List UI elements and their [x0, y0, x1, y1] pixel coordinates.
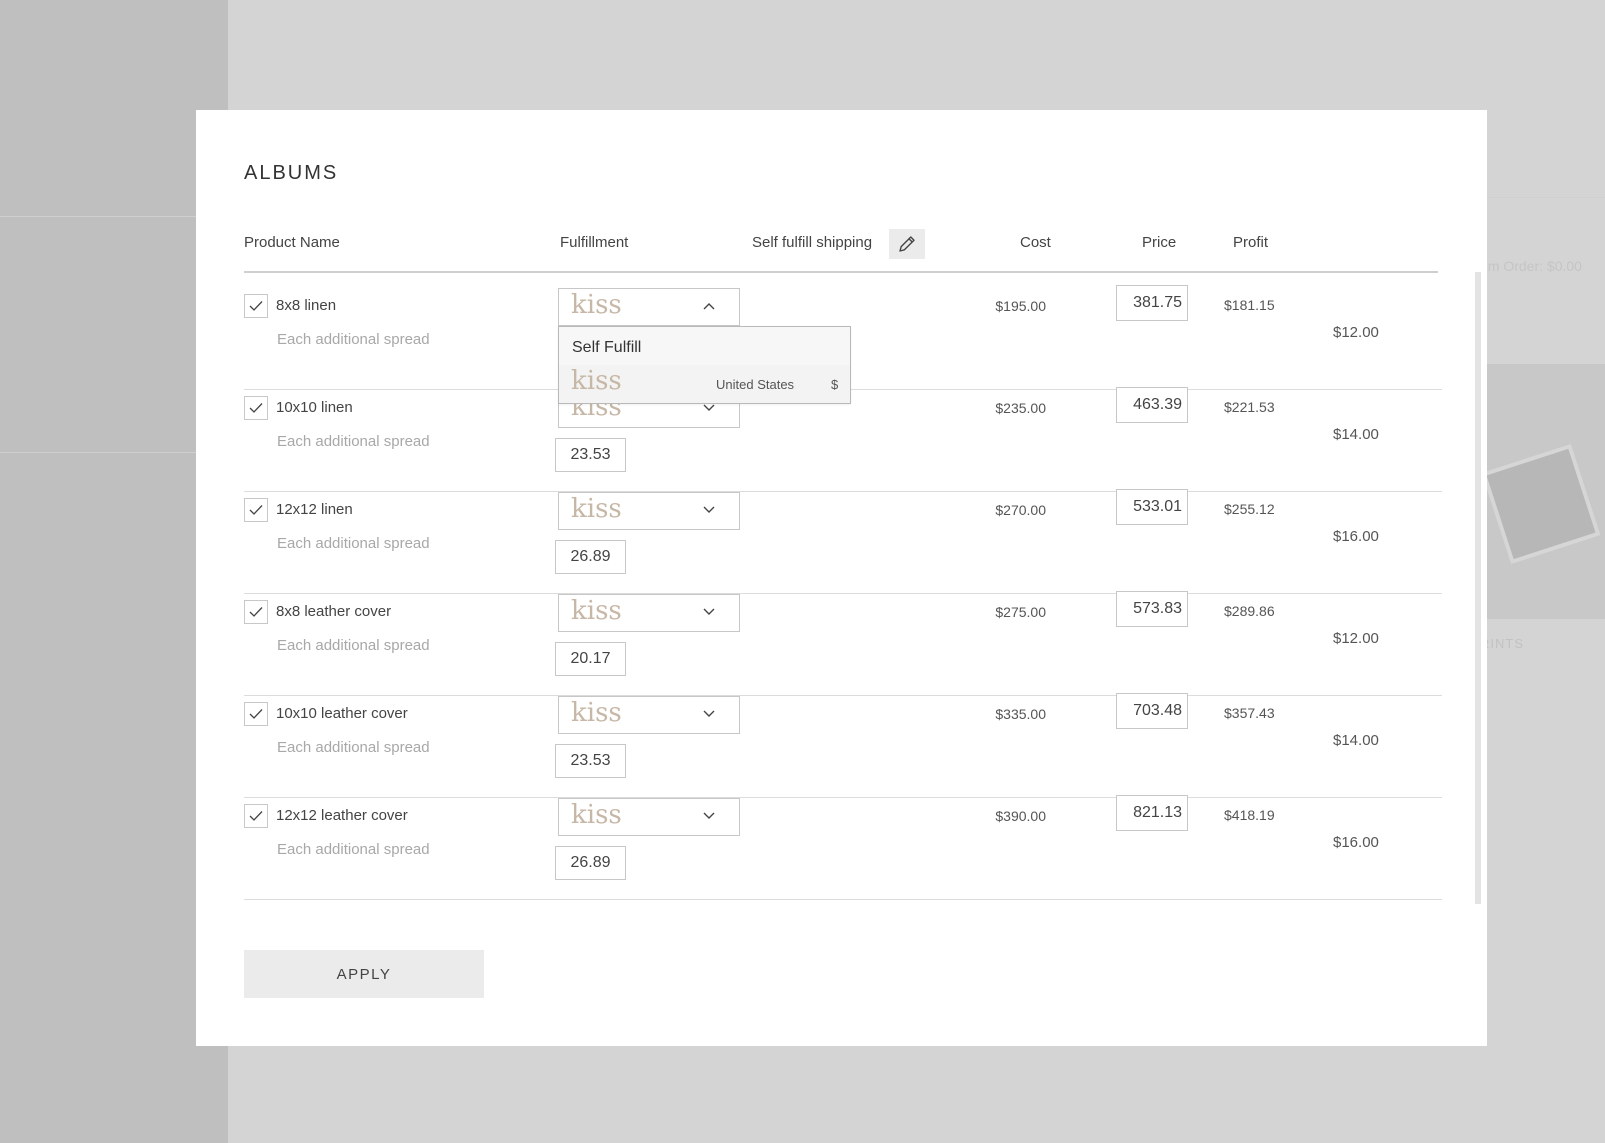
spread-shipping-value: $14.00	[1333, 426, 1379, 443]
spread-label: Each additional spread	[277, 535, 430, 552]
dropdown-option-kiss[interactable]: kiss United States $	[559, 365, 850, 403]
table-row: 8x8 leather cover Each additional spread…	[196, 591, 1487, 696]
spread-shipping-value: $14.00	[1333, 732, 1379, 749]
background-divider	[0, 452, 228, 453]
spread-shipping-value: $16.00	[1333, 834, 1379, 851]
fulfillment-select[interactable]: kiss	[558, 492, 740, 530]
chevron-up-icon	[703, 303, 715, 310]
kiss-logo: kiss	[571, 494, 622, 524]
chevron-down-icon	[703, 710, 715, 717]
kiss-logo: kiss	[571, 290, 622, 320]
modal-title: ALBUMS	[244, 162, 339, 184]
background-photo	[1481, 364, 1605, 619]
table-row: 10x10 leather cover Each additional spre…	[196, 693, 1487, 798]
profit-value: $418.19	[1224, 807, 1275, 823]
table-row: 12x12 leather cover Each additional spre…	[196, 795, 1487, 900]
spread-label: Each additional spread	[277, 841, 430, 858]
product-name: 12x12 leather cover	[276, 807, 408, 824]
kiss-logo: kiss	[571, 800, 622, 830]
kiss-logo: kiss	[571, 366, 622, 396]
cost-value: $270.00	[995, 502, 1046, 518]
price-input[interactable]	[1116, 591, 1188, 627]
background-sidebar	[0, 0, 228, 1143]
chevron-down-icon	[703, 404, 715, 411]
check-icon	[249, 505, 263, 515]
cost-value: $235.00	[995, 400, 1046, 416]
albums-modal: ALBUMS Product Name Fulfillment Self ful…	[196, 110, 1487, 1046]
fulfillment-select[interactable]: kiss	[558, 288, 740, 326]
spread-price-input[interactable]	[555, 642, 626, 676]
column-header-cost: Cost	[1020, 234, 1051, 251]
spread-shipping-value: $12.00	[1333, 630, 1379, 647]
cost-value: $195.00	[995, 298, 1046, 314]
cost-value: $390.00	[995, 808, 1046, 824]
cost-value: $275.00	[995, 604, 1046, 620]
row-divider	[244, 899, 1442, 900]
spread-price-input[interactable]	[555, 540, 626, 574]
product-name: 8x8 leather cover	[276, 603, 392, 620]
product-name: 12x12 linen	[276, 501, 353, 518]
edit-shipping-button[interactable]	[889, 229, 925, 259]
column-header-profit: Profit	[1233, 234, 1269, 251]
price-input[interactable]	[1116, 285, 1188, 321]
product-name: 10x10 linen	[276, 399, 353, 416]
cost-value: $335.00	[995, 706, 1046, 722]
table-row: 10x10 linen Each additional spread kiss …	[196, 387, 1487, 492]
product-checkbox[interactable]	[244, 600, 268, 624]
option-label: Self Fulfill	[572, 339, 642, 356]
profit-value: $255.12	[1224, 501, 1275, 517]
price-input[interactable]	[1116, 795, 1188, 831]
spread-shipping-value: $12.00	[1333, 324, 1379, 341]
product-checkbox[interactable]	[244, 498, 268, 522]
spread-label: Each additional spread	[277, 331, 430, 348]
column-header-fulfillment: Fulfillment	[560, 234, 629, 251]
table-row: 12x12 linen Each additional spread kiss …	[196, 489, 1487, 594]
chevron-down-icon	[703, 506, 715, 513]
profit-value: $357.43	[1224, 705, 1275, 721]
chevron-down-icon	[703, 608, 715, 615]
product-checkbox[interactable]	[244, 396, 268, 420]
column-header-price: Price	[1142, 234, 1177, 251]
fulfillment-select[interactable]: kiss	[558, 696, 740, 734]
chevron-down-icon	[703, 812, 715, 819]
check-icon	[249, 301, 263, 311]
spread-price-input[interactable]	[555, 438, 626, 472]
check-icon	[249, 709, 263, 719]
product-checkbox[interactable]	[244, 294, 268, 318]
apply-button[interactable]: APPLY	[244, 950, 484, 998]
header-divider	[244, 271, 1438, 273]
product-name: 8x8 linen	[276, 297, 337, 314]
fulfillment-select[interactable]: kiss	[558, 798, 740, 836]
check-icon	[249, 403, 263, 413]
price-input[interactable]	[1116, 387, 1188, 423]
spread-label: Each additional spread	[277, 433, 430, 450]
pencil-icon	[899, 236, 915, 252]
profit-value: $289.86	[1224, 603, 1275, 619]
product-checkbox[interactable]	[244, 702, 268, 726]
dropdown-option-self-fulfill[interactable]: Self Fulfill	[559, 327, 850, 365]
fulfillment-select[interactable]: kiss	[558, 594, 740, 632]
column-header-product-name: Product Name	[244, 234, 340, 251]
check-icon	[249, 607, 263, 617]
product-name: 10x10 leather cover	[276, 705, 408, 722]
spread-label: Each additional spread	[277, 637, 430, 654]
profit-value: $181.15	[1224, 297, 1275, 313]
fulfillment-dropdown-menu: Self Fulfill kiss United States $	[558, 326, 851, 404]
spread-shipping-value: $16.00	[1333, 528, 1379, 545]
background-order-total: um Order: $0.00	[1480, 258, 1582, 274]
price-input[interactable]	[1116, 693, 1188, 729]
background-divider	[0, 216, 228, 217]
check-icon	[249, 811, 263, 821]
spread-price-input[interactable]	[555, 744, 626, 778]
profit-value: $221.53	[1224, 399, 1275, 415]
column-header-self-fulfill-shipping: Self fulfill shipping	[752, 234, 873, 251]
spread-price-input[interactable]	[555, 846, 626, 880]
price-input[interactable]	[1116, 489, 1188, 525]
option-currency: $	[831, 377, 839, 392]
product-checkbox[interactable]	[244, 804, 268, 828]
spread-label: Each additional spread	[277, 739, 430, 756]
option-country: United States	[716, 377, 795, 392]
kiss-logo: kiss	[571, 596, 622, 626]
kiss-logo: kiss	[571, 698, 622, 728]
